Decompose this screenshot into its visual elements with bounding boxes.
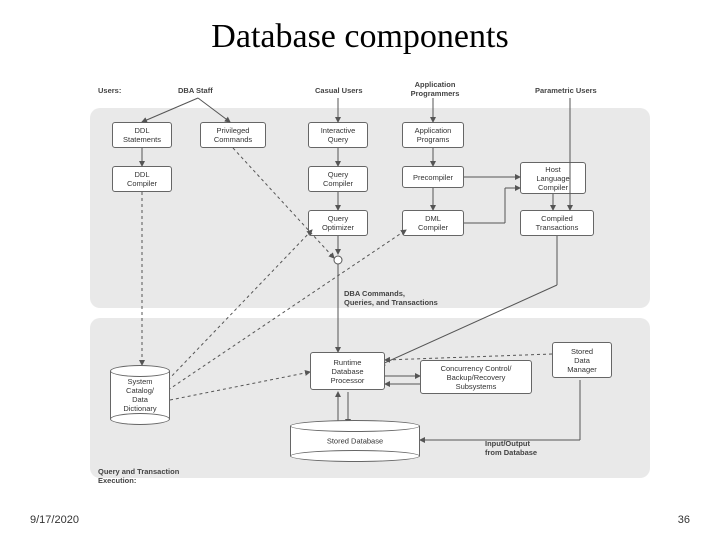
stored-data-manager-text: Stored Data Manager — [567, 347, 597, 374]
system-catalog-text: System Catalog/ Data Dictionary — [110, 377, 170, 413]
runtime-processor-text: Runtime Database Processor — [331, 358, 365, 385]
concurrency-box: Concurrency Control/ Backup/Recovery Sub… — [420, 360, 532, 394]
dba-commands-text: DBA Commands, Queries, and Transactions — [344, 289, 438, 307]
io-database-text: Input/Output from Database — [485, 439, 537, 457]
runtime-processor-box: Runtime Database Processor — [310, 352, 385, 390]
dba-commands-label: DBA Commands, Queries, and Transactions — [344, 280, 438, 307]
slide-title: Database components — [0, 18, 720, 56]
slide: Database components Users: DBA Staff Cas… — [0, 0, 720, 540]
footer-page-number: 36 — [678, 514, 690, 526]
stored-data-manager-box: Stored Data Manager — [552, 342, 612, 378]
query-execution-label: Query and Transaction Execution: — [98, 458, 179, 485]
stored-database-cylinder: Stored Database — [290, 420, 420, 462]
concurrency-text: Concurrency Control/ Backup/Recovery Sub… — [441, 364, 512, 391]
query-execution-text: Query and Transaction Execution: — [98, 467, 179, 485]
stored-database-text: Stored Database — [290, 437, 420, 446]
diagram-area: Users: DBA Staff Casual Users Applicatio… — [90, 80, 650, 490]
io-database-label: Input/Output from Database — [485, 430, 537, 457]
system-catalog-cylinder: System Catalog/ Data Dictionary — [110, 365, 170, 425]
footer-date: 9/17/2020 — [30, 514, 79, 526]
